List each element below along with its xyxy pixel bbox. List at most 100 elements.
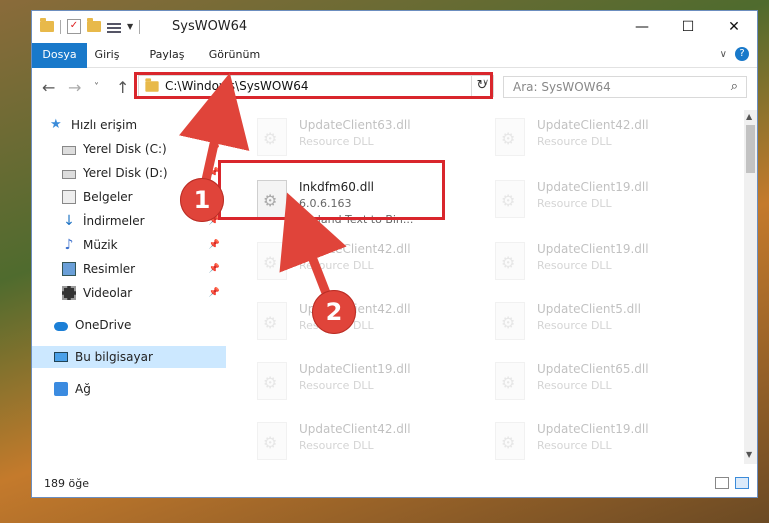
list-item[interactable]: UpdateClient5.dll Resource DLL: [485, 296, 715, 354]
explorer-window: ✓ ▼ SysWOW64 — ☐ ✕ Dosya Giriş Paylaş Gö…: [31, 10, 758, 498]
minimize-button[interactable]: —: [619, 11, 665, 43]
address-highlight-box: [134, 72, 493, 99]
list-item[interactable]: UpdateClient19.dll Resource DLL: [485, 174, 715, 232]
sidebar-item-label: Yerel Disk (D:): [83, 166, 168, 180]
file-name: UpdateClient65.dll: [537, 362, 649, 376]
status-bar: 189 öğe: [32, 472, 757, 497]
file-name: UpdateClient42.dll: [299, 422, 411, 436]
file-type: Resource DLL: [537, 197, 612, 210]
forward-button[interactable]: →: [68, 78, 81, 97]
view-switcher: [715, 477, 749, 489]
sidebar-item-label: Müzik: [83, 238, 118, 252]
search-input[interactable]: Ara: SysWOW64 ⌕: [503, 76, 747, 98]
disk-icon: [62, 170, 76, 179]
list-item[interactable]: UpdateClient42.dll Resource DLL: [247, 416, 477, 464]
dll-file-icon: [495, 180, 525, 218]
list-item[interactable]: UpdateClient19.dll Resource DLL: [485, 416, 715, 464]
sidebar-item-label: Resimler: [83, 262, 136, 276]
documents-icon: [62, 190, 76, 204]
pin-icon[interactable]: 📌: [209, 144, 220, 154]
sidebar-item-network[interactable]: Ağ: [32, 378, 226, 400]
sidebar-item-label: Belgeler: [83, 190, 133, 204]
sidebar-item-videos[interactable]: Videolar 📌: [32, 282, 226, 304]
file-type: Resource DLL: [537, 439, 612, 452]
pin-icon[interactable]: 📌: [209, 288, 220, 298]
recent-locations-button[interactable]: ˅: [94, 82, 99, 93]
navigation-pane: ★ Hızlı erişim Yerel Disk (C:) 📌 Yerel D…: [32, 110, 226, 464]
sidebar-item-pictures[interactable]: Resimler 📌: [32, 258, 226, 280]
up-button[interactable]: ↑: [116, 78, 129, 97]
list-item[interactable]: UpdateClient19.dll Resource DLL: [247, 356, 477, 414]
search-icon[interactable]: ⌕: [731, 77, 738, 97]
downloads-icon: ↓: [63, 213, 75, 229]
list-item[interactable]: UpdateClient42.dll Resource DLL: [485, 112, 715, 170]
file-type: Resource DLL: [299, 379, 374, 392]
dll-file-icon: [257, 362, 287, 400]
customize-qat-caret-icon[interactable]: ▼: [127, 22, 133, 31]
file-type: Resource DLL: [537, 379, 612, 392]
tab-home[interactable]: Giriş: [87, 43, 127, 67]
sidebar-item-onedrive[interactable]: OneDrive: [32, 314, 226, 336]
scroll-down-icon[interactable]: ▼: [746, 448, 752, 462]
sidebar-item-quick-access[interactable]: ★ Hızlı erişim: [32, 114, 226, 136]
expand-ribbon-chevron-icon[interactable]: ∨: [720, 49, 727, 60]
maximize-button[interactable]: ☐: [665, 11, 711, 43]
list-item[interactable]: UpdateClient19.dll Resource DLL: [485, 236, 715, 294]
sidebar-item-label: OneDrive: [75, 318, 132, 332]
separator: [139, 19, 141, 34]
back-button[interactable]: ←: [42, 78, 55, 97]
dll-file-icon: [257, 118, 287, 156]
pin-icon[interactable]: 📌: [209, 240, 220, 250]
folder-icon: [40, 18, 54, 32]
properties-icon[interactable]: [107, 21, 121, 33]
file-name: UpdateClient19.dll: [537, 180, 649, 194]
file-name: UpdateClient42.dll: [537, 118, 649, 132]
file-type: Resource DLL: [299, 135, 374, 148]
new-folder-icon[interactable]: [87, 18, 101, 32]
list-item[interactable]: UpdateClient65.dll Resource DLL: [485, 356, 715, 414]
ribbon-right-controls: ∨ ?: [720, 47, 749, 61]
list-item[interactable]: UpdateClient42.dll Resource DLL: [247, 236, 477, 294]
help-icon[interactable]: ?: [735, 47, 749, 61]
sidebar-item-local-disk-c[interactable]: Yerel Disk (C:) 📌: [32, 138, 226, 160]
callout-badge-2: 2: [312, 290, 356, 334]
cloud-icon: [54, 322, 68, 331]
file-highlight-box: [218, 160, 445, 220]
disk-icon: [62, 146, 76, 155]
dll-file-icon: [495, 422, 525, 460]
file-type: Resource DLL: [537, 259, 612, 272]
file-name: UpdateClient5.dll: [537, 302, 641, 316]
sidebar-item-label: Ağ: [75, 382, 91, 396]
videos-icon: [62, 286, 76, 300]
file-type: Resource DLL: [537, 135, 612, 148]
details-view-icon[interactable]: [715, 477, 729, 489]
search-placeholder: Ara: SysWOW64: [513, 80, 611, 94]
vertical-scrollbar[interactable]: ▲ ▼: [744, 110, 757, 464]
dll-file-icon: [257, 422, 287, 460]
dll-file-icon: [257, 302, 287, 340]
dll-file-icon: [495, 362, 525, 400]
close-button[interactable]: ✕: [711, 11, 757, 43]
file-type: Resource DLL: [299, 259, 374, 272]
file-name: UpdateClient19.dll: [537, 242, 649, 256]
scrollbar-thumb[interactable]: [746, 125, 755, 173]
music-icon: ♪: [64, 237, 74, 253]
quick-access-toolbar: ✓ ▼: [40, 18, 141, 34]
file-name: UpdateClient42.dll: [299, 242, 411, 256]
scroll-up-icon[interactable]: ▲: [746, 112, 752, 121]
sidebar-item-music[interactable]: ♪ Müzik 📌: [32, 234, 226, 256]
list-item[interactable]: UpdateClient42.dll Resource DLL: [247, 296, 477, 354]
file-name: UpdateClient19.dll: [537, 422, 649, 436]
tab-view[interactable]: Görünüm: [202, 43, 267, 67]
sidebar-item-label: Hızlı erişim: [71, 118, 138, 132]
properties-check-icon[interactable]: ✓: [67, 19, 81, 34]
tab-share[interactable]: Paylaş: [142, 43, 192, 67]
network-icon: [54, 382, 68, 396]
item-count: 189 öğe: [44, 477, 89, 490]
sidebar-item-this-pc[interactable]: Bu bilgisayar: [32, 346, 226, 368]
title-bar: ✓ ▼ SysWOW64 — ☐ ✕: [32, 11, 757, 43]
dll-file-icon: [495, 302, 525, 340]
file-type: Resource DLL: [299, 439, 374, 452]
pin-icon[interactable]: 📌: [209, 264, 220, 274]
tiles-view-icon[interactable]: [735, 477, 749, 489]
